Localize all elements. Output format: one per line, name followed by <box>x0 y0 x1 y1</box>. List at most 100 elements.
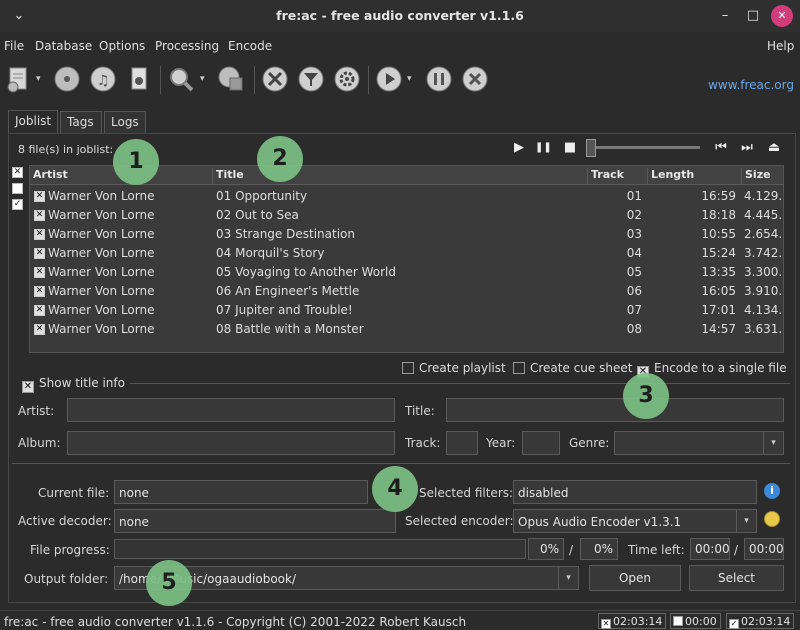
tab-logs[interactable]: Logs <box>104 111 146 133</box>
row-checkbox[interactable]: ✕ <box>34 229 45 240</box>
cell-title: 07 Jupiter and Trouble! <box>216 303 353 317</box>
play-encode-icon[interactable] <box>374 64 404 94</box>
encoder-settings-icon[interactable] <box>764 511 780 527</box>
add-files-icon[interactable] <box>4 64 34 94</box>
menu-database[interactable]: Database <box>35 39 92 53</box>
cell-size: 2.654. <box>744 227 783 241</box>
album-label: Album: <box>18 436 61 450</box>
output-folder-dropdown-icon[interactable]: ▾ <box>558 567 578 589</box>
time-left-label: Time left: <box>628 543 685 557</box>
add-files-dropdown-icon[interactable]: ▾ <box>36 74 41 84</box>
search-dropdown-icon[interactable]: ▾ <box>200 74 205 84</box>
encode-dropdown-icon[interactable]: ▾ <box>407 74 412 84</box>
table-row[interactable]: ✕ Warner Von Lorne 02 Out to Sea 02 18:18 4.4… <box>30 206 783 225</box>
settings-tools-icon[interactable] <box>260 64 290 94</box>
previous-track-icon[interactable]: ⏮ <box>713 140 729 156</box>
cell-artist: Warner Von Lorne <box>48 246 155 260</box>
create-cue-sheet-label: Create cue sheet <box>530 361 633 375</box>
stop-player-icon[interactable]: ■ <box>562 140 578 156</box>
toggle-selection-checkbox[interactable]: ✓ <box>12 199 23 210</box>
cell-size: 3.910. <box>744 284 783 298</box>
gear-icon[interactable] <box>332 64 362 94</box>
artist-label: Artist: <box>18 404 55 418</box>
cddb-icon[interactable] <box>216 64 246 94</box>
row-checkbox[interactable]: ✕ <box>34 248 45 259</box>
music-icon[interactable]: ♫ <box>88 64 118 94</box>
table-row[interactable]: ✕ Warner Von Lorne 04 Morquil's Story 04 15:… <box>30 244 783 263</box>
table-row[interactable]: ✕ Warner Von Lorne 03 Strange Destination 0… <box>30 225 783 244</box>
seek-track[interactable] <box>588 146 700 149</box>
toolbar-separator <box>160 66 161 94</box>
cell-title: 05 Voyaging to Another World <box>216 265 396 279</box>
table-row[interactable]: ✕ Warner Von Lorne 08 Battle with a Monste… <box>30 320 783 339</box>
create-playlist-checkbox[interactable] <box>402 362 414 374</box>
album-input[interactable] <box>67 431 395 455</box>
table-row[interactable]: ✕ Warner Von Lorne 01 Opportunity 01 16:59 4.… <box>30 187 783 206</box>
row-checkbox[interactable]: ✕ <box>34 191 45 202</box>
select-all-checkbox[interactable]: ✕ <box>12 167 23 178</box>
create-cue-sheet-option[interactable]: Create cue sheet <box>513 361 632 375</box>
column-size[interactable]: Size <box>742 168 784 184</box>
status-bar: fre:ac - free audio converter v1.1.6 - C… <box>0 610 800 630</box>
seek-slider-handle[interactable] <box>586 139 596 157</box>
pause-player-icon[interactable]: ❚❚ <box>535 140 552 156</box>
artist-input[interactable] <box>67 398 395 422</box>
year-label: Year: <box>486 436 516 450</box>
annotation-badge-2: 2 <box>257 136 303 182</box>
selected-filters-field: disabled <box>513 480 757 504</box>
encoder-select[interactable]: Opus Audio Encoder v1.3.1 ▾ <box>513 509 757 533</box>
select-none-checkbox[interactable] <box>12 183 23 194</box>
menu-processing[interactable]: Processing <box>155 39 219 53</box>
show-title-info-option[interactable]: ✕ Show title info <box>22 376 125 393</box>
table-row[interactable]: ✕ Warner Von Lorne 07 Jupiter and Trouble!… <box>30 301 783 320</box>
maximize-icon[interactable]: □ <box>742 5 764 27</box>
open-folder-button[interactable]: Open <box>589 565 681 591</box>
row-checkbox[interactable]: ✕ <box>34 305 45 316</box>
year-input[interactable] <box>522 431 560 455</box>
row-checkbox[interactable]: ✕ <box>34 286 45 297</box>
tab-joblist[interactable]: Joblist <box>8 110 58 134</box>
genre-dropdown-icon[interactable]: ▾ <box>763 432 783 454</box>
menu-encode[interactable]: Encode <box>228 39 272 53</box>
row-checkbox[interactable]: ✕ <box>34 267 45 278</box>
track-input[interactable] <box>446 431 478 455</box>
filter-icon[interactable] <box>296 64 326 94</box>
row-checkbox[interactable]: ✕ <box>34 210 45 221</box>
time-slash: / <box>734 543 739 557</box>
table-row[interactable]: ✕ Warner Von Lorne 05 Voyaging to Another … <box>30 263 783 282</box>
time-left-field: 00:00 <box>690 538 730 560</box>
title-input[interactable] <box>446 398 784 422</box>
column-length[interactable]: Length <box>648 168 742 184</box>
select-folder-button[interactable]: Select <box>689 565 784 591</box>
file-percent: 0% <box>528 538 564 560</box>
menu-help[interactable]: Help <box>767 39 794 53</box>
freac-website-link[interactable]: www.freac.org <box>708 78 794 92</box>
eject-icon[interactable]: ⏏ <box>766 140 782 156</box>
encode-single-file-option[interactable]: ✕ Encode to a single file <box>637 361 787 378</box>
table-row[interactable]: ✕ Warner Von Lorne 06 An Engineer's Mettle… <box>30 282 783 301</box>
remove-icon[interactable] <box>124 64 154 94</box>
create-cue-sheet-checkbox[interactable] <box>513 362 525 374</box>
menu-file[interactable]: File <box>4 39 24 53</box>
next-track-icon[interactable]: ⏭ <box>739 140 755 156</box>
stop-icon[interactable] <box>460 64 490 94</box>
create-playlist-option[interactable]: Create playlist <box>402 361 506 375</box>
close-icon[interactable]: ✕ <box>771 5 793 27</box>
play-icon[interactable]: ▶ <box>511 140 527 156</box>
pause-icon[interactable] <box>424 64 454 94</box>
minimize-icon[interactable]: – <box>714 5 736 27</box>
show-title-info-checkbox[interactable]: ✕ <box>22 381 34 393</box>
row-checkbox[interactable]: ✕ <box>34 324 45 335</box>
search-database-icon[interactable] <box>166 64 196 94</box>
add-cd-icon[interactable] <box>52 64 82 94</box>
tab-tags[interactable]: Tags <box>60 111 102 133</box>
encoder-dropdown-icon[interactable]: ▾ <box>736 510 756 532</box>
menu-options[interactable]: Options <box>99 39 145 53</box>
genre-select[interactable]: ▾ <box>614 431 784 455</box>
output-folder-label: Output folder: <box>24 572 109 586</box>
menu-bar: File Database Options Processing Encode … <box>0 36 800 56</box>
column-track[interactable]: Track <box>588 168 648 184</box>
cell-track: 07 <box>626 303 642 317</box>
info-icon[interactable]: i <box>764 483 780 499</box>
current-file-label: Current file: <box>38 486 110 500</box>
